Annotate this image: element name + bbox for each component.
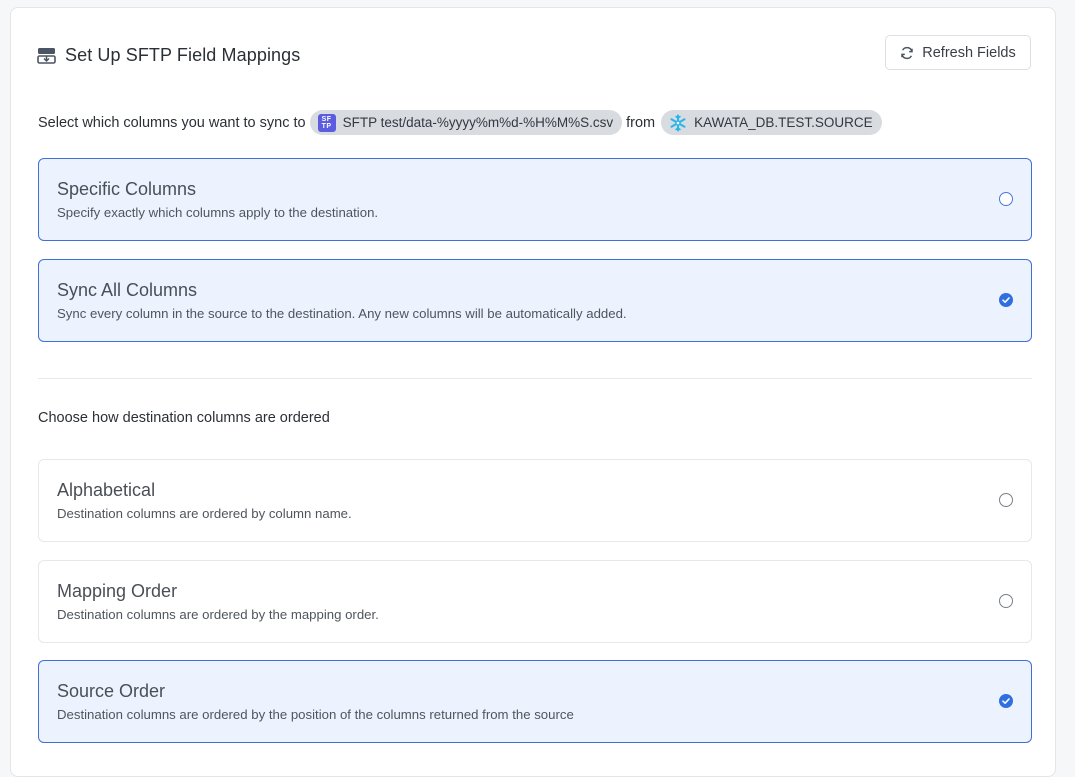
option-specific-columns[interactable]: Specific Columns Specify exactly which c…	[38, 158, 1032, 241]
radio-unchecked[interactable]	[999, 493, 1013, 507]
sftp-icon: SF TP	[317, 113, 336, 132]
option-description: Destination columns are ordered by the p…	[57, 707, 574, 722]
radio-unchecked[interactable]	[999, 192, 1013, 206]
option-description: Specify exactly which columns apply to t…	[57, 205, 379, 220]
page-title: Set Up SFTP Field Mappings	[65, 45, 301, 65]
checkmark-icon	[1002, 297, 1010, 303]
option-description: Sync every column in the source to the d…	[57, 306, 627, 321]
sftp-icon-text-bottom: TP	[321, 122, 332, 130]
refresh-icon	[900, 46, 914, 60]
sync-middle-text: from	[626, 114, 656, 131]
sftp-icon-text-top: SF	[321, 115, 332, 123]
radio-unchecked[interactable]	[999, 594, 1013, 608]
mapping-icon	[37, 46, 56, 65]
sync-description: Select which columns you want to sync to…	[38, 110, 886, 135]
source-chip-label: KAWATA_DB.TEST.SOURCE	[694, 115, 873, 130]
checkmark-icon	[1002, 698, 1010, 704]
sync-prefix-text: Select which columns you want to sync to	[38, 114, 306, 131]
option-title: Sync All Columns	[57, 280, 198, 300]
option-description: Destination columns are ordered by the m…	[57, 607, 379, 622]
option-alphabetical[interactable]: Alphabetical Destination columns are ord…	[38, 459, 1032, 542]
option-title: Specific Columns	[57, 179, 197, 199]
option-sync-all-columns[interactable]: Sync All Columns Sync every column in th…	[38, 259, 1032, 342]
radio-checked[interactable]	[999, 293, 1013, 307]
destination-chip: SF TP SFTP test/data-%yyyy%m%d-%H%M%S.cs…	[309, 110, 623, 135]
option-title: Mapping Order	[57, 581, 178, 601]
snowflake-icon	[669, 114, 687, 132]
destination-chip-label: SFTP test/data-%yyyy%m%d-%H%M%S.csv	[342, 115, 614, 130]
section-divider	[38, 378, 1032, 379]
option-source-order[interactable]: Source Order Destination columns are ord…	[38, 660, 1032, 743]
panel-header: Set Up SFTP Field Mappings	[37, 45, 300, 66]
source-chip: KAWATA_DB.TEST.SOURCE	[661, 110, 882, 135]
option-description: Destination columns are ordered by colum…	[57, 506, 352, 521]
refresh-fields-label: Refresh Fields	[922, 44, 1016, 61]
radio-checked[interactable]	[999, 694, 1013, 708]
option-title: Source Order	[57, 681, 166, 701]
option-title: Alphabetical	[57, 480, 156, 500]
option-mapping-order[interactable]: Mapping Order Destination columns are or…	[38, 560, 1032, 643]
ordering-label: Choose how destination columns are order…	[38, 410, 330, 426]
refresh-fields-button[interactable]: Refresh Fields	[885, 35, 1031, 70]
field-mappings-panel: Set Up SFTP Field Mappings Refresh Field…	[10, 7, 1056, 777]
